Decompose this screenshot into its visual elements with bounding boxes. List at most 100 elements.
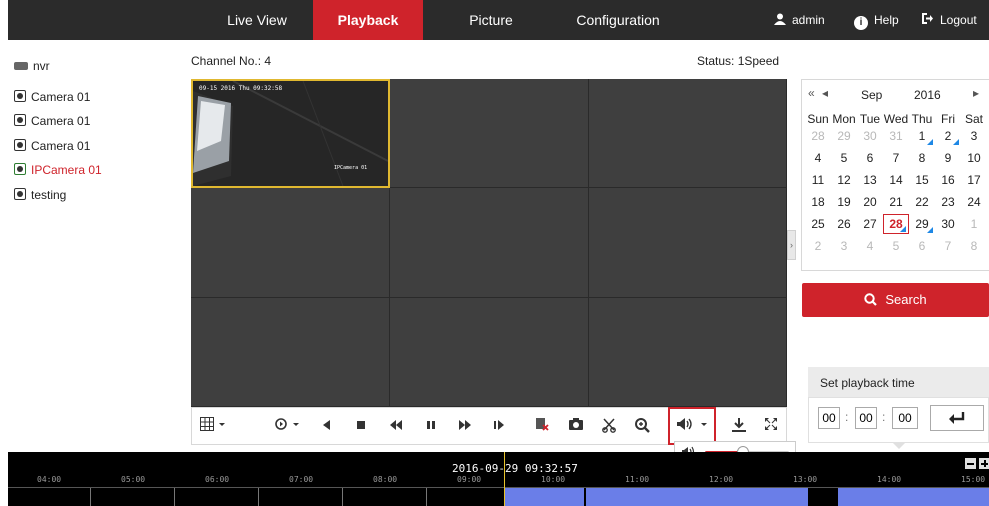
tab-playback[interactable]: Playback xyxy=(313,0,423,40)
hour-field[interactable] xyxy=(818,407,840,429)
calendar-day[interactable]: 28 xyxy=(805,126,831,146)
go-to-time-button[interactable] xyxy=(930,405,984,431)
calendar-day[interactable]: 2 xyxy=(805,236,831,256)
logout-link[interactable]: Logout xyxy=(921,0,977,40)
calendar-day[interactable]: 27 xyxy=(857,214,883,234)
video-window-5[interactable] xyxy=(390,188,589,298)
calendar-day[interactable]: 8 xyxy=(909,148,935,168)
calendar-day[interactable]: 2 xyxy=(935,126,961,146)
slow-forward-icon[interactable] xyxy=(387,417,405,437)
calendar-day[interactable]: 29 xyxy=(909,214,935,234)
reverse-icon[interactable] xyxy=(318,417,334,437)
calendar-day[interactable]: 11 xyxy=(805,170,831,190)
tree-item-camera-1[interactable]: Camera 01 xyxy=(14,89,90,105)
video-window-6[interactable] xyxy=(589,188,787,298)
second-field[interactable] xyxy=(892,407,918,429)
calendar-day[interactable]: 13 xyxy=(857,170,883,190)
calendar-day[interactable]: 26 xyxy=(831,214,857,234)
calendar-day[interactable]: 18 xyxy=(805,192,831,212)
calendar-day[interactable]: 7 xyxy=(883,148,909,168)
zoom-out-icon[interactable] xyxy=(965,458,976,469)
calendar-day[interactable]: 15 xyxy=(909,170,935,190)
fullscreen-icon[interactable] xyxy=(762,417,780,437)
calendar-day[interactable]: 14 xyxy=(883,170,909,190)
timeline-tick xyxy=(426,488,427,506)
calendar-day[interactable]: 19 xyxy=(831,192,857,212)
calendar-day[interactable]: 5 xyxy=(883,236,909,256)
calendar-day[interactable]: 1 xyxy=(909,126,935,146)
video-window-3[interactable] xyxy=(589,79,787,188)
zoom-in-icon[interactable] xyxy=(979,458,989,469)
calendar-day-selected[interactable]: 28 xyxy=(883,214,909,234)
calendar-day[interactable]: 31 xyxy=(883,126,909,146)
timeline[interactable]: 04:00 05:00 06:00 07:00 08:00 09:00 10:00 11:00… xyxy=(8,452,989,506)
digital-zoom-icon[interactable] xyxy=(633,417,651,437)
device-tree-root[interactable]: nvr xyxy=(14,58,50,74)
single-frame-icon[interactable] xyxy=(491,417,507,437)
calendar-day[interactable]: 3 xyxy=(961,126,987,146)
download-icon[interactable] xyxy=(730,417,748,437)
video-window-4[interactable] xyxy=(191,188,390,298)
help-link[interactable]: i Help xyxy=(854,0,899,40)
calendar-prev-year-icon[interactable]: « xyxy=(808,86,815,100)
pause-icon[interactable] xyxy=(423,417,439,437)
calendar-day[interactable]: 1 xyxy=(961,214,987,234)
stop-icon[interactable] xyxy=(353,417,369,437)
calendar-month[interactable]: Sep xyxy=(861,88,882,102)
calendar-day[interactable]: 25 xyxy=(805,214,831,234)
timeline-label: 06:00 xyxy=(205,475,230,484)
user-menu[interactable]: admin xyxy=(774,0,825,40)
playback-status: Status: 1Speed xyxy=(697,54,780,68)
calendar-day[interactable]: 30 xyxy=(857,126,883,146)
video-window-9[interactable] xyxy=(589,298,787,407)
panel-collapse-handle[interactable]: › xyxy=(787,230,796,260)
video-window-8[interactable] xyxy=(390,298,589,407)
minute-field[interactable] xyxy=(855,407,877,429)
calendar-day[interactable]: 6 xyxy=(909,236,935,256)
video-grid: 09-15 2016 Thu 09:32:58 IPCamera 01 xyxy=(191,79,787,407)
calendar-day[interactable]: 20 xyxy=(857,192,883,212)
calendar-day[interactable]: 3 xyxy=(831,236,857,256)
calendar-day[interactable]: 29 xyxy=(831,126,857,146)
camera-icon xyxy=(14,139,26,151)
help-icon: i xyxy=(854,16,868,30)
fast-forward-icon[interactable] xyxy=(456,417,474,437)
calendar-day[interactable]: 6 xyxy=(857,148,883,168)
tree-item-camera-3[interactable]: Camera 01 xyxy=(14,138,90,154)
calendar-day[interactable]: 24 xyxy=(961,192,987,212)
calendar-day[interactable]: 22 xyxy=(909,192,935,212)
volume-button[interactable] xyxy=(675,417,711,437)
calendar-day[interactable]: 10 xyxy=(961,148,987,168)
reverse-play-icon[interactable] xyxy=(272,417,302,437)
stop-all-icon[interactable] xyxy=(533,417,551,437)
calendar-year[interactable]: 2016 xyxy=(914,88,941,102)
capture-icon[interactable] xyxy=(567,417,585,437)
calendar-day[interactable]: 16 xyxy=(935,170,961,190)
clip-icon[interactable] xyxy=(600,417,618,437)
tree-item-testing[interactable]: testing xyxy=(14,187,66,203)
calendar-day[interactable]: 12 xyxy=(831,170,857,190)
calendar-day[interactable]: 4 xyxy=(805,148,831,168)
tab-live-view[interactable]: Live View xyxy=(202,0,312,40)
calendar-day[interactable]: 5 xyxy=(831,148,857,168)
calendar-day[interactable]: 23 xyxy=(935,192,961,212)
calendar-day[interactable]: 4 xyxy=(857,236,883,256)
tree-item-ipcamera[interactable]: IPCamera 01 xyxy=(14,162,102,178)
video-window-2[interactable] xyxy=(390,79,589,188)
tab-configuration[interactable]: Configuration xyxy=(553,0,683,40)
tree-item-camera-2[interactable]: Camera 01 xyxy=(14,113,90,129)
calendar-day[interactable]: 21 xyxy=(883,192,909,212)
calendar-day[interactable]: 9 xyxy=(935,148,961,168)
video-window-1[interactable]: 09-15 2016 Thu 09:32:58 IPCamera 01 xyxy=(191,79,390,188)
timeline-cursor[interactable] xyxy=(504,452,505,506)
window-division-icon[interactable] xyxy=(198,417,228,437)
calendar-prev-month-icon[interactable]: ◂ xyxy=(822,86,828,100)
calendar-day[interactable]: 7 xyxy=(935,236,961,256)
calendar-day[interactable]: 17 xyxy=(961,170,987,190)
calendar-day[interactable]: 30 xyxy=(935,214,961,234)
tab-picture[interactable]: Picture xyxy=(436,0,546,40)
search-button[interactable]: Search xyxy=(802,283,989,317)
calendar-next-icon[interactable]: ▸ xyxy=(973,86,979,100)
video-window-7[interactable] xyxy=(191,298,390,407)
calendar-day[interactable]: 8 xyxy=(961,236,987,256)
